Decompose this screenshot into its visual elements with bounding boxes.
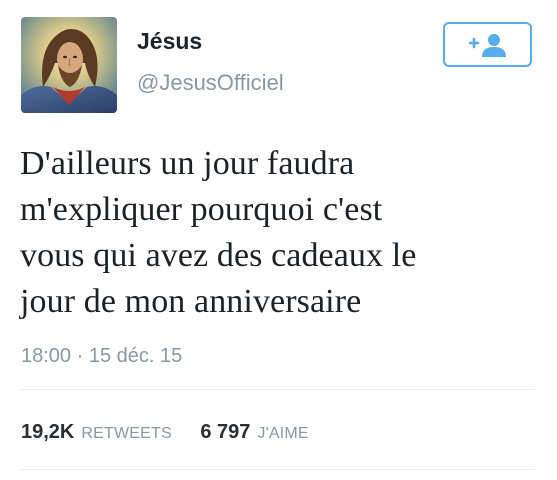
tweet-text-line: D'ailleurs un jour faudra (20, 145, 355, 182)
likes-stat[interactable]: 6 797 J'AIME (200, 421, 308, 444)
tweet-timestamp[interactable]: 18:00 · 15 déc. 15 (21, 344, 182, 368)
user-handle[interactable]: @JesusOfficiel (137, 70, 284, 96)
retweets-count: 19,2K (21, 421, 75, 443)
retweets-stat[interactable]: 19,2K RETWEETS (21, 421, 172, 444)
tweet-text-line: jour de mon anniversaire (20, 283, 362, 320)
jesus-portrait-avatar-icon (21, 17, 117, 113)
add-user-icon (468, 34, 506, 57)
likes-count: 6 797 (200, 421, 251, 443)
retweets-label: RETWEETS (81, 425, 172, 442)
tweet-text: D'ailleurs un jour faudra m'expliquer po… (20, 141, 545, 325)
divider (21, 469, 535, 470)
display-name[interactable]: Jésus (137, 27, 284, 55)
divider (21, 389, 535, 390)
tweet-text-line: m'expliquer pourquoi c'est (20, 191, 383, 228)
avatar[interactable] (21, 17, 117, 113)
tweet-stats: 19,2K RETWEETS 6 797 J'AIME (21, 421, 333, 444)
tweet-text-line: vous qui avez des cadeaux le (20, 237, 417, 274)
likes-label: J'AIME (257, 425, 309, 442)
tweet-card: Jésus @JesusOfficiel D'ailleurs un jour … (0, 0, 557, 480)
user-info: Jésus @JesusOfficiel (137, 27, 284, 96)
follow-button[interactable] (443, 22, 532, 67)
